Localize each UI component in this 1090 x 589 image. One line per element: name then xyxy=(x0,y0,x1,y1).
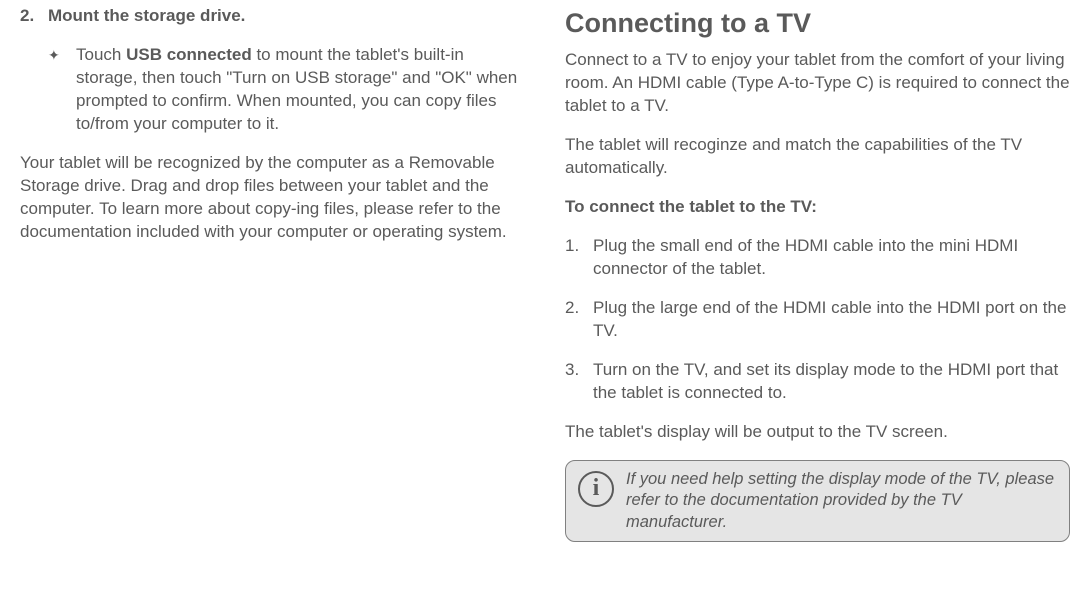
bullet-item: ✦ Touch USB connected to mount the table… xyxy=(20,44,525,136)
left-column: 2. Mount the storage drive. ✦ Touch USB … xyxy=(10,5,525,542)
step-number: 3. xyxy=(565,359,593,405)
section-heading: Connecting to a TV xyxy=(565,5,1070,41)
step-item: 3. Turn on the TV, and set its display m… xyxy=(565,359,1070,405)
step-text: Plug the small end of the HDMI cable int… xyxy=(593,235,1070,281)
star-bullet-icon: ✦ xyxy=(48,44,76,136)
auto-paragraph: The tablet will recoginze and match the … xyxy=(565,134,1070,180)
step-number: 2. xyxy=(20,5,48,28)
info-box: i If you need help setting the display m… xyxy=(565,460,1070,542)
intro-paragraph: Connect to a TV to enjoy your tablet fro… xyxy=(565,49,1070,118)
step-text: Turn on the TV, and set its display mode… xyxy=(593,359,1070,405)
bullet-bold: USB connected xyxy=(126,45,252,64)
bullet-text: Touch USB connected to mount the tablet'… xyxy=(76,44,525,136)
result-paragraph: The tablet's display will be output to t… xyxy=(565,421,1070,444)
step-number: 1. xyxy=(565,235,593,281)
step-title: Mount the storage drive. xyxy=(48,5,525,28)
step-item: 2. Plug the large end of the HDMI cable … xyxy=(565,297,1070,343)
step-text: Plug the large end of the HDMI cable int… xyxy=(593,297,1070,343)
left-paragraph: Your tablet will be recognized by the co… xyxy=(20,152,525,244)
numbered-step-2: 2. Mount the storage drive. xyxy=(20,5,525,28)
page: 2. Mount the storage drive. ✦ Touch USB … xyxy=(0,0,1090,547)
right-column: Connecting to a TV Connect to a TV to en… xyxy=(565,5,1080,542)
step-item: 1. Plug the small end of the HDMI cable … xyxy=(565,235,1070,281)
info-icon: i xyxy=(578,471,614,507)
step-number: 2. xyxy=(565,297,593,343)
subheading-bold: To connect the tablet to the TV: xyxy=(565,196,1070,219)
info-text: If you need help setting the display mod… xyxy=(626,469,1057,533)
ordered-steps: 1. Plug the small end of the HDMI cable … xyxy=(565,235,1070,405)
bullet-prefix: Touch xyxy=(76,45,126,64)
